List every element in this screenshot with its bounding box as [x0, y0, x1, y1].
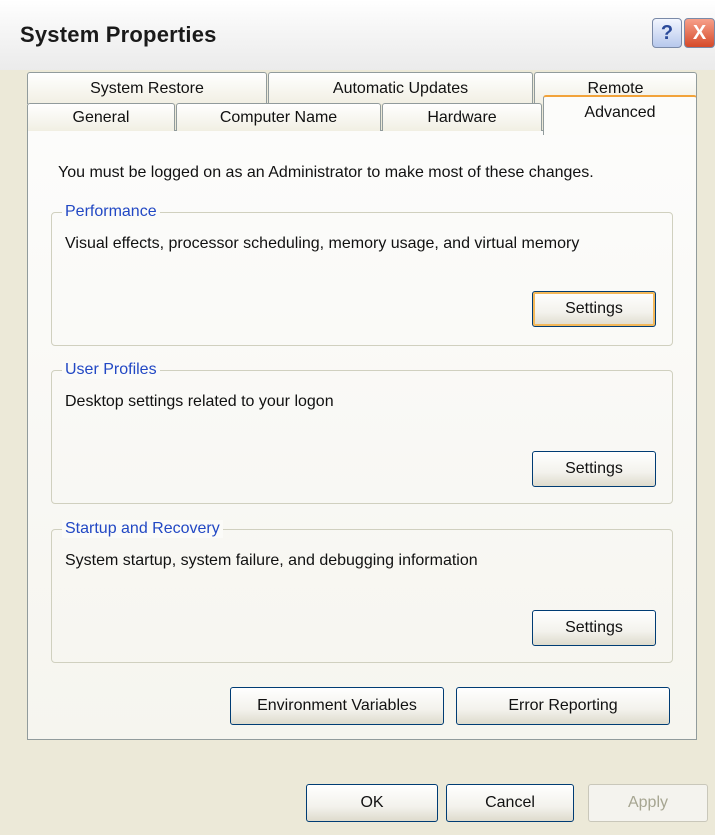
- advanced-tab-panel: You must be logged on as an Administrato…: [27, 130, 697, 740]
- button-label: OK: [360, 794, 384, 811]
- admin-note: You must be logged on as an Administrato…: [58, 164, 594, 181]
- tab-label: Hardware: [427, 108, 497, 126]
- button-label: Cancel: [485, 794, 535, 811]
- group-title-user-profiles: User Profiles: [62, 361, 160, 379]
- group-title-performance: Performance: [62, 203, 160, 221]
- apply-button[interactable]: Apply: [588, 784, 708, 822]
- tab-label: General: [72, 108, 130, 126]
- user-profiles-group: User Profiles Desktop settings related t…: [51, 361, 673, 504]
- button-label: Settings: [565, 460, 623, 477]
- close-icon: X: [692, 21, 707, 44]
- button-label: Settings: [565, 619, 623, 636]
- group-title-startup-recovery: Startup and Recovery: [62, 520, 223, 538]
- tab-label: Advanced: [584, 104, 656, 121]
- group-description-performance: Visual effects, processor scheduling, me…: [65, 235, 580, 252]
- help-button[interactable]: ?: [652, 18, 682, 48]
- question-mark-icon: ?: [660, 21, 674, 44]
- tab-label: Computer Name: [219, 108, 338, 126]
- tab-label: System Restore: [90, 79, 204, 97]
- tab-general[interactable]: General: [27, 103, 175, 131]
- startup-recovery-group: Startup and Recovery System startup, sys…: [51, 520, 673, 663]
- tab-advanced[interactable]: Advanced: [543, 95, 697, 135]
- tab-automatic-updates[interactable]: Automatic Updates: [268, 72, 533, 104]
- button-label: Error Reporting: [508, 697, 618, 714]
- environment-variables-button[interactable]: Environment Variables: [230, 687, 444, 725]
- title-bar[interactable]: System Properties ? X: [0, 0, 715, 70]
- performance-group: Performance Visual effects, processor sc…: [51, 203, 673, 346]
- user-profiles-settings-button[interactable]: Settings: [532, 451, 656, 487]
- error-reporting-button[interactable]: Error Reporting: [456, 687, 670, 725]
- performance-settings-button[interactable]: Settings: [532, 291, 656, 327]
- startup-recovery-settings-button[interactable]: Settings: [532, 610, 656, 646]
- group-description-startup-recovery: System startup, system failure, and debu…: [65, 552, 478, 569]
- ok-button[interactable]: OK: [306, 784, 438, 822]
- tab-system-restore[interactable]: System Restore: [27, 72, 267, 104]
- group-description-user-profiles: Desktop settings related to your logon: [65, 393, 334, 410]
- button-label: Settings: [565, 300, 623, 317]
- tab-label: Automatic Updates: [332, 79, 469, 97]
- button-label: Apply: [627, 794, 669, 811]
- tab-hardware[interactable]: Hardware: [382, 103, 542, 131]
- system-properties-window: System Properties ? X System Restore Aut…: [0, 0, 715, 835]
- window-title: System Properties: [20, 22, 217, 47]
- cancel-button[interactable]: Cancel: [446, 784, 574, 822]
- tab-computer-name[interactable]: Computer Name: [176, 103, 381, 131]
- close-button[interactable]: X: [684, 18, 715, 48]
- button-label: Environment Variables: [257, 697, 417, 714]
